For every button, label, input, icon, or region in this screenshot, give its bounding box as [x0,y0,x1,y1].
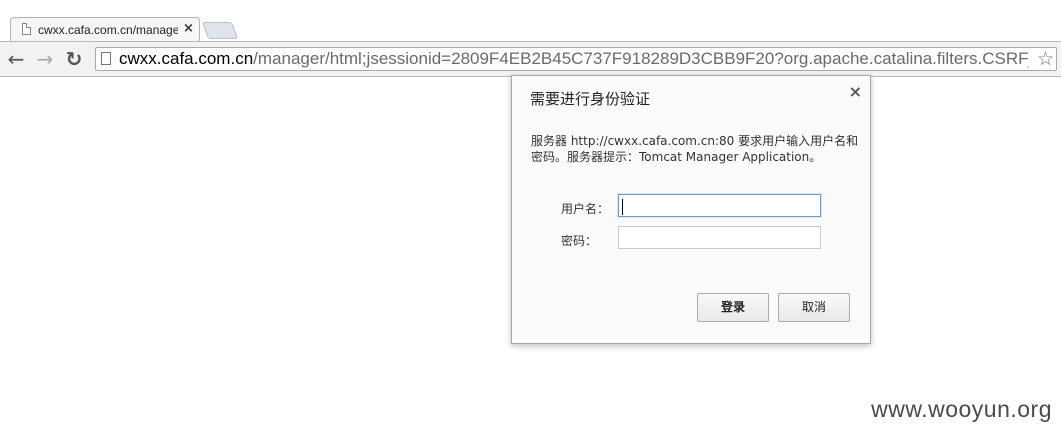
tab-strip: cwxx.cafa.com.cn/manager × [0,0,1061,42]
login-button[interactable]: 登录 [697,293,769,322]
address-url[interactable]: cwxx.cafa.com.cn/manager/html;jsessionid… [119,48,1029,70]
dialog-title: 需要进行身份验证 [530,90,651,108]
password-input[interactable] [618,226,821,249]
back-arrow-icon[interactable]: ← [4,47,28,71]
page-icon [101,52,111,65]
url-path: /manager/html;jsessionid=2809F4EB2B45C73… [253,49,1029,68]
forward-arrow-icon[interactable]: → [33,47,57,71]
browser-tab[interactable]: cwxx.cafa.com.cn/manager × [10,17,200,42]
password-label: 密码： [561,234,598,248]
bookmark-star-icon[interactable]: ☆ [1037,48,1054,70]
url-host: cwxx.cafa.com.cn [119,49,254,68]
page-icon [22,23,31,35]
auth-dialog: 需要进行身份验证 × 服务器 http://cwxx.cafa.com.cn:8… [511,75,871,344]
reload-icon[interactable]: ↻ [62,47,86,71]
username-label: 用户名： [561,202,610,216]
dialog-message: 服务器 http://cwxx.cafa.com.cn:80 要求用户输入用户名… [531,134,859,164]
watermark: www.wooyun.org [871,396,1052,422]
address-bar[interactable]: cwxx.cafa.com.cn/manager/html;jsessionid… [95,47,1057,71]
tab-title: cwxx.cafa.com.cn/manager [38,23,178,37]
username-input[interactable] [618,194,821,217]
text-caret [622,199,623,215]
new-tab-button[interactable] [201,22,239,39]
dialog-close-icon[interactable]: × [849,82,862,101]
cancel-button[interactable]: 取消 [778,293,850,322]
tab-close-icon[interactable]: × [183,21,194,37]
browser-toolbar: ← → ↻ cwxx.cafa.com.cn/manager/html;jses… [0,42,1061,77]
